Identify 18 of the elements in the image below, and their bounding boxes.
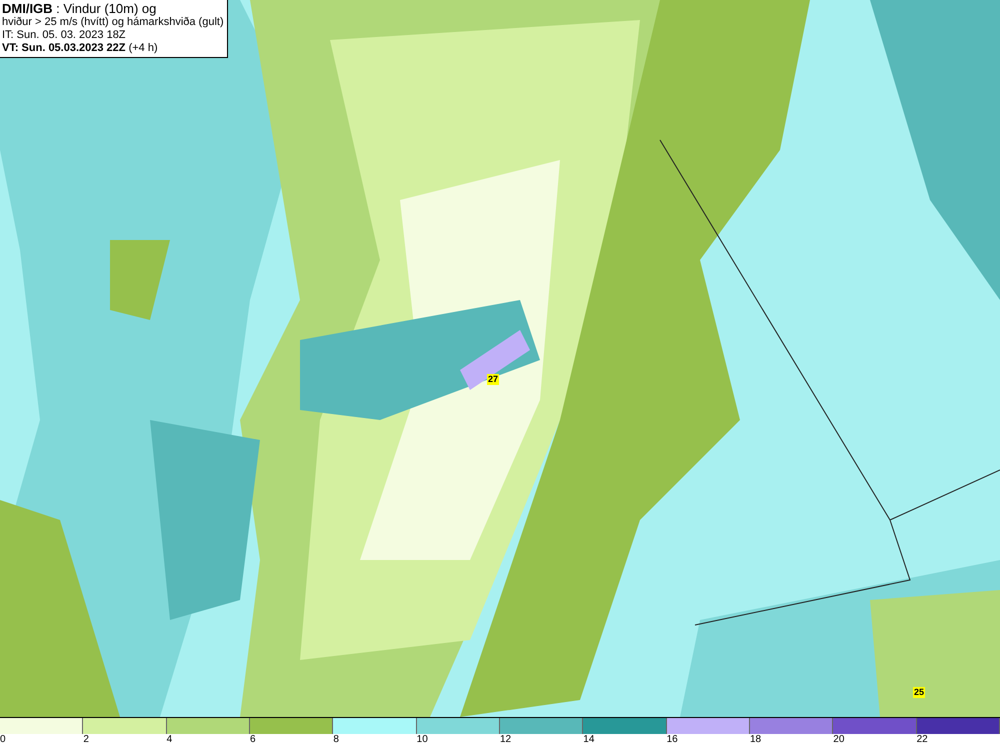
- legend-tick-label: 20: [833, 734, 844, 746]
- legend-tick-label: 2: [83, 734, 89, 746]
- legend-tick-label: 16: [666, 734, 678, 746]
- init-time: IT: Sun. 05. 03. 2023 18Z: [2, 29, 127, 42]
- legend-tick-label: 4: [166, 734, 172, 746]
- gust-value-label: 25: [913, 687, 926, 698]
- map-subtitle: hviður > 25 m/s (hvítt) og hámarkshviða (gult): [2, 16, 224, 29]
- legend-tick-label: 8: [333, 734, 339, 746]
- gust-value-label: 27: [487, 374, 500, 385]
- map-title: DMI/IGB : Vindur (10m) og: [2, 1, 158, 16]
- valid-time: VT: Sun. 05.03.2023 22Z (+4 h): [2, 42, 159, 55]
- legend-tick-label: 14: [583, 734, 594, 746]
- legend-tick-label: 0: [0, 734, 6, 746]
- legend-tick-label: 22: [916, 734, 928, 746]
- legend-tick-label: 6: [250, 734, 256, 746]
- legend-tick-label: 10: [416, 734, 428, 746]
- legend-tick-label: 12: [500, 734, 512, 746]
- legend-tick-label: 18: [750, 734, 762, 746]
